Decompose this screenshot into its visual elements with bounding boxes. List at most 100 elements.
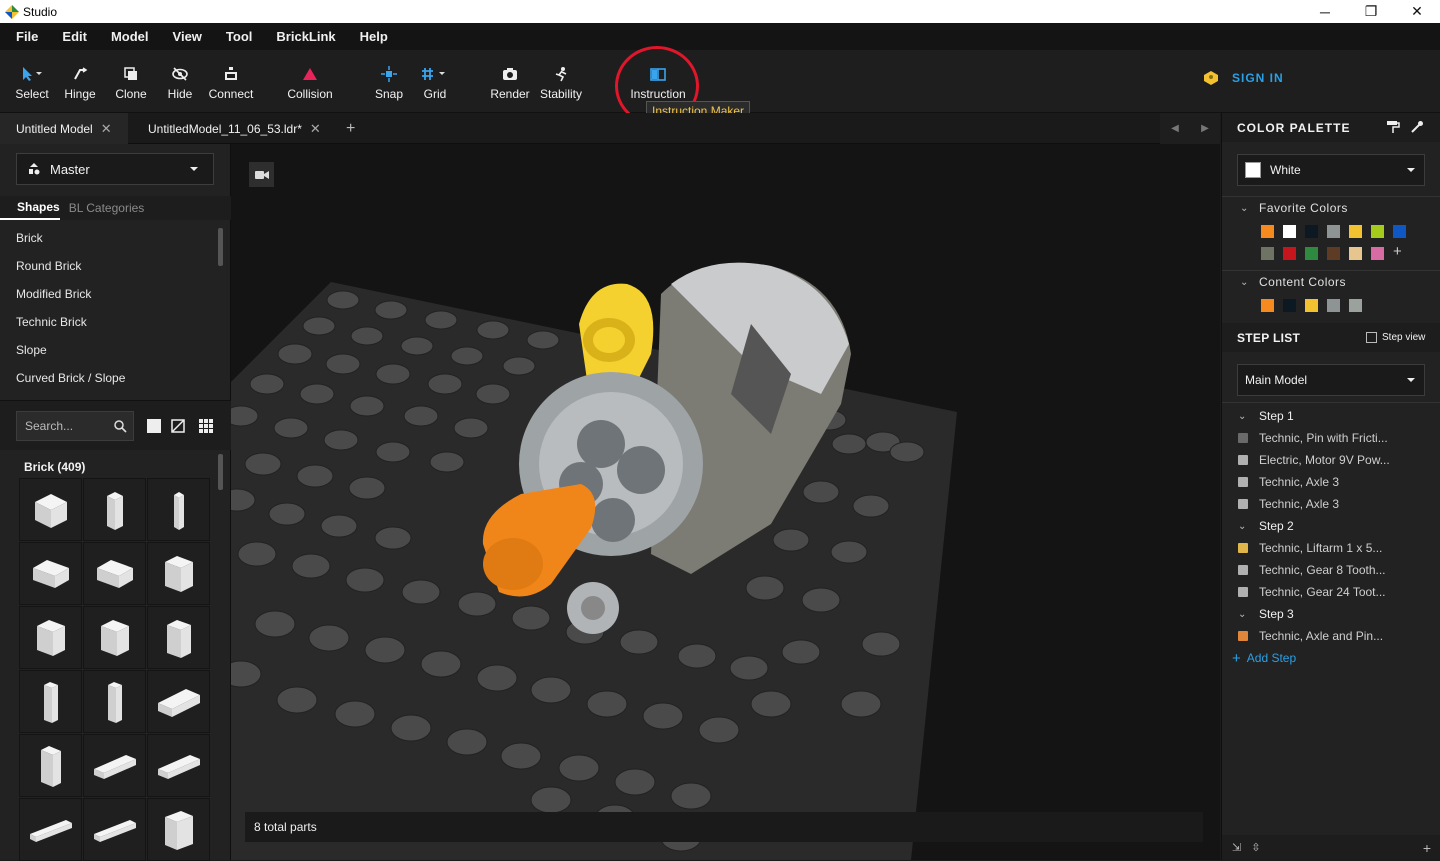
brick-thumb[interactable] (147, 798, 210, 861)
menu-help[interactable]: Help (348, 29, 400, 44)
menu-tool[interactable]: Tool (214, 29, 264, 44)
step-row[interactable]: ⌄ Step 3 (1222, 603, 1440, 625)
step-part-row[interactable]: Electric, Motor 9V Pow... (1222, 449, 1440, 471)
color-swatch[interactable] (1349, 225, 1362, 238)
select-tool-button[interactable]: Select (12, 50, 52, 113)
camera-view-button[interactable] (249, 162, 274, 187)
menu-bricklink[interactable]: BrickLink (264, 29, 347, 44)
brick-thumb[interactable] (19, 798, 82, 861)
clone-tool-button[interactable]: Clone (111, 50, 151, 113)
collapse-all-icon[interactable]: ⇲ (1232, 841, 1241, 854)
view-grid-icon[interactable] (199, 419, 213, 433)
color-swatch[interactable] (1349, 247, 1362, 260)
step-view-toggle[interactable]: Step view (1366, 332, 1425, 343)
snap-tool-button[interactable]: Snap (369, 50, 409, 113)
brick-thumb[interactable] (19, 670, 82, 733)
collapse-chevron-icon[interactable]: ⌄ (1238, 609, 1252, 620)
collision-tool-button[interactable]: Collision (283, 50, 337, 113)
collapse-chevron-icon[interactable]: ⌄ (1238, 411, 1252, 422)
brick-thumb[interactable] (147, 606, 210, 669)
content-color-swatch[interactable] (1261, 299, 1274, 312)
tab-untitled-model[interactable]: Untitled Model ✕ (0, 113, 128, 144)
palette-set-select[interactable]: Master (16, 153, 214, 185)
color-swatch[interactable] (1261, 247, 1274, 260)
color-swatch[interactable] (1305, 225, 1318, 238)
category-item[interactable]: Brick (0, 224, 231, 252)
category-item[interactable]: Modified Brick (0, 280, 231, 308)
color-swatch[interactable] (1305, 247, 1318, 260)
brick-thumb[interactable] (83, 478, 146, 541)
color-swatch[interactable] (1283, 225, 1296, 238)
add-icon[interactable]: + (1423, 840, 1431, 856)
brick-thumb[interactable] (147, 542, 210, 605)
menu-model[interactable]: Model (99, 29, 161, 44)
close-tab-icon[interactable]: ✕ (101, 121, 112, 137)
brick-thumb[interactable] (19, 542, 82, 605)
menu-view[interactable]: View (161, 29, 214, 44)
step-row[interactable]: ⌄ Step 1 (1222, 405, 1440, 427)
brick-grid-scrollbar[interactable] (218, 454, 223, 490)
stability-tool-button[interactable]: Stability (536, 50, 586, 113)
color-swatch[interactable] (1371, 225, 1384, 238)
menu-file[interactable]: File (0, 29, 50, 44)
color-swatch[interactable] (1393, 225, 1406, 238)
close-tab-icon[interactable]: ✕ (310, 121, 321, 137)
collapse-chevron-icon[interactable]: ⌄ (1240, 203, 1254, 214)
scroll-tabs-right-icon[interactable]: ▶ (1201, 123, 1209, 134)
content-color-swatch[interactable] (1305, 299, 1318, 312)
color-swatch[interactable] (1261, 225, 1274, 238)
step-part-row[interactable]: Technic, Pin with Fricti... (1222, 427, 1440, 449)
step-row[interactable]: ⌄ Step 2 (1222, 515, 1440, 537)
color-swatch[interactable] (1371, 247, 1384, 260)
expand-all-icon[interactable]: ⇳ (1251, 841, 1260, 854)
brick-thumb[interactable] (19, 478, 82, 541)
brick-thumb[interactable] (83, 798, 146, 861)
category-scrollbar[interactable] (218, 228, 223, 266)
no-color-icon[interactable] (171, 419, 185, 433)
view-large-icon[interactable] (147, 419, 161, 433)
hinge-tool-button[interactable]: Hinge (60, 50, 100, 113)
brick-thumb[interactable] (83, 606, 146, 669)
brick-thumb[interactable] (83, 734, 146, 797)
render-tool-button[interactable]: Render (488, 50, 532, 113)
connect-tool-button[interactable]: Connect (206, 50, 256, 113)
step-part-row[interactable]: Technic, Gear 24 Toot... (1222, 581, 1440, 603)
grid-tool-button[interactable]: Grid (415, 50, 455, 113)
content-color-swatch[interactable] (1327, 299, 1340, 312)
content-color-swatch[interactable] (1349, 299, 1362, 312)
model-select[interactable]: Main Model (1237, 364, 1425, 396)
color-swatch[interactable] (1327, 247, 1340, 260)
color-swatch[interactable] (1327, 225, 1340, 238)
step-part-row[interactable]: Technic, Axle 3 (1222, 493, 1440, 515)
step-part-row[interactable]: Technic, Gear 8 Tooth... (1222, 559, 1440, 581)
brick-thumb[interactable] (83, 542, 146, 605)
maximize-button[interactable]: ❐ (1348, 0, 1394, 23)
brick-thumb[interactable] (83, 670, 146, 733)
paint-roller-icon[interactable] (1386, 120, 1400, 134)
step-part-row[interactable]: Technic, Axle 3 (1222, 471, 1440, 493)
collapse-chevron-icon[interactable]: ⌄ (1240, 277, 1254, 288)
step-view-checkbox[interactable] (1366, 332, 1377, 343)
tab-shapes[interactable]: Shapes (0, 196, 60, 220)
hide-tool-button[interactable]: Hide (160, 50, 200, 113)
brick-thumb[interactable] (19, 734, 82, 797)
close-window-button[interactable]: ✕ (1394, 0, 1440, 23)
brick-thumb[interactable] (147, 670, 210, 733)
menu-edit[interactable]: Edit (50, 29, 99, 44)
step-part-row[interactable]: Technic, Liftarm 1 x 5... (1222, 537, 1440, 559)
category-item[interactable]: Slope (0, 336, 231, 364)
add-step-button[interactable]: + Add Step (1222, 647, 1440, 669)
category-item[interactable]: Round Brick (0, 252, 231, 280)
tab-bl-categories[interactable]: BL Categories (60, 201, 145, 215)
color-swatch[interactable] (1283, 247, 1296, 260)
content-color-swatch[interactable] (1283, 299, 1296, 312)
minimize-button[interactable]: ─ (1302, 0, 1348, 23)
brick-thumb[interactable] (147, 478, 210, 541)
category-item[interactable]: Curved Brick / Slope (0, 364, 231, 392)
step-part-row[interactable]: Technic, Axle and Pin... (1222, 625, 1440, 647)
sign-in-link[interactable]: SIGN IN (1203, 70, 1284, 86)
scroll-tabs-left-icon[interactable]: ◀ (1171, 123, 1179, 134)
eyedropper-icon[interactable] (1410, 120, 1424, 134)
brick-thumb[interactable] (19, 606, 82, 669)
3d-viewport[interactable]: 8 total parts (231, 144, 1220, 860)
